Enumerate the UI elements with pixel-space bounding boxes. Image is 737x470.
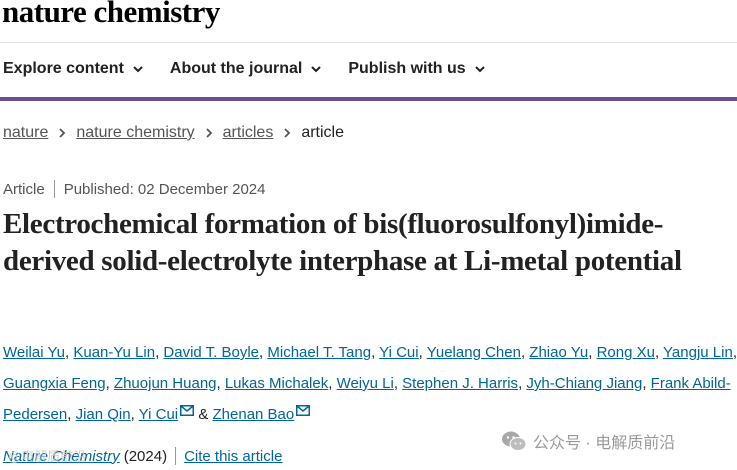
author-list: Weilai Yu, Kuan-Yu Lin, David T. Boyle, … — [3, 344, 737, 423]
author-link[interactable]: Lukas Michalek — [225, 375, 328, 392]
author-link[interactable]: Guangxia Feng — [3, 375, 106, 392]
chevron-right-icon — [206, 128, 212, 138]
chevron-right-icon — [59, 128, 66, 138]
published-date: Published: 02 December 2024 — [63, 180, 266, 198]
author-link[interactable]: Kuan-Yu Lin — [73, 344, 155, 361]
author-link[interactable]: Yi Cui — [379, 344, 418, 361]
article-type: Article — [3, 180, 45, 198]
cite-this-article-link[interactable]: Cite this article — [184, 448, 282, 465]
author-link[interactable]: Weilai Yu — [3, 344, 65, 361]
wechat-watermark: 公众号 · 电解质前沿 — [497, 427, 680, 455]
author-link[interactable]: Zhiao Yu — [529, 344, 588, 361]
author-link[interactable]: Zhenan Bao — [213, 406, 295, 423]
citation-year: (2024) — [123, 447, 168, 465]
nav-publish-with-us[interactable]: Publish with us — [348, 60, 485, 78]
meta-divider — [53, 180, 55, 198]
author-link[interactable]: Jian Qin — [76, 406, 131, 423]
nav-explore-content[interactable]: Explore content — [3, 60, 144, 78]
author-link[interactable]: Jyh-Chiang Jiang — [526, 375, 642, 392]
article-meta: Article Published: 02 December 2024 — [3, 180, 265, 198]
watermark-handle: @电解质前沿 — [8, 449, 87, 464]
header-divider — [0, 42, 737, 43]
author-connector: & — [198, 406, 209, 423]
article-title: Electrochemical formation of bis(fluoros… — [3, 208, 682, 277]
chevron-right-icon — [284, 128, 291, 138]
nav-label: Publish with us — [348, 60, 466, 77]
chevron-down-icon — [474, 66, 485, 73]
breadcrumb-nature-chemistry[interactable]: nature chemistry — [76, 124, 194, 142]
breadcrumb-current: article — [301, 124, 345, 141]
mail-icon[interactable] — [296, 405, 311, 416]
author-link[interactable]: Yi Cui — [139, 406, 178, 423]
nav-label: Explore content — [3, 60, 124, 77]
mail-icon[interactable] — [180, 405, 195, 416]
main-nav: Explore content About the journal Publis… — [3, 60, 512, 78]
author-link[interactable]: Yuelang Chen — [427, 344, 521, 361]
watermark-text: 公众号 · 电解质前沿 — [533, 435, 676, 452]
accent-bar — [0, 97, 737, 101]
chevron-down-icon — [133, 66, 143, 73]
breadcrumb-articles[interactable]: articles — [223, 124, 274, 142]
author-link[interactable]: Stephen J. Harris — [402, 375, 518, 392]
author-link[interactable]: Rong Xu — [597, 344, 655, 361]
author-link[interactable]: Yangju Lin — [663, 344, 733, 361]
author-link[interactable]: Zhuojun Huang — [114, 375, 217, 392]
journal-logo[interactable]: nature chemistry — [2, 0, 220, 30]
author-link[interactable]: Michael T. Tang — [267, 344, 371, 361]
author-link[interactable]: David T. Boyle — [163, 344, 259, 361]
citation-divider — [175, 447, 177, 465]
chevron-down-icon — [311, 66, 322, 73]
breadcrumb-nature[interactable]: nature — [3, 124, 48, 142]
author-link[interactable]: Weiyu Li — [337, 375, 394, 392]
wechat-icon — [502, 431, 527, 451]
nav-label: About the journal — [169, 60, 303, 77]
breadcrumb: nature nature chemistry articles article — [3, 124, 344, 142]
nav-about-journal[interactable]: About the journal — [170, 60, 322, 78]
